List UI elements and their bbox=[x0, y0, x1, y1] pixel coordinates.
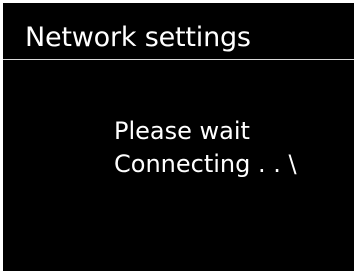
connection-status-message: Please wait Connecting . . \ bbox=[114, 115, 297, 181]
title-divider bbox=[3, 59, 354, 60]
device-display: Network settings Please wait Connecting … bbox=[3, 3, 354, 271]
screen-title: Network settings bbox=[25, 22, 251, 53]
status-line-please-wait: Please wait bbox=[114, 117, 250, 145]
status-line-connecting: Connecting . . \ bbox=[114, 150, 297, 178]
